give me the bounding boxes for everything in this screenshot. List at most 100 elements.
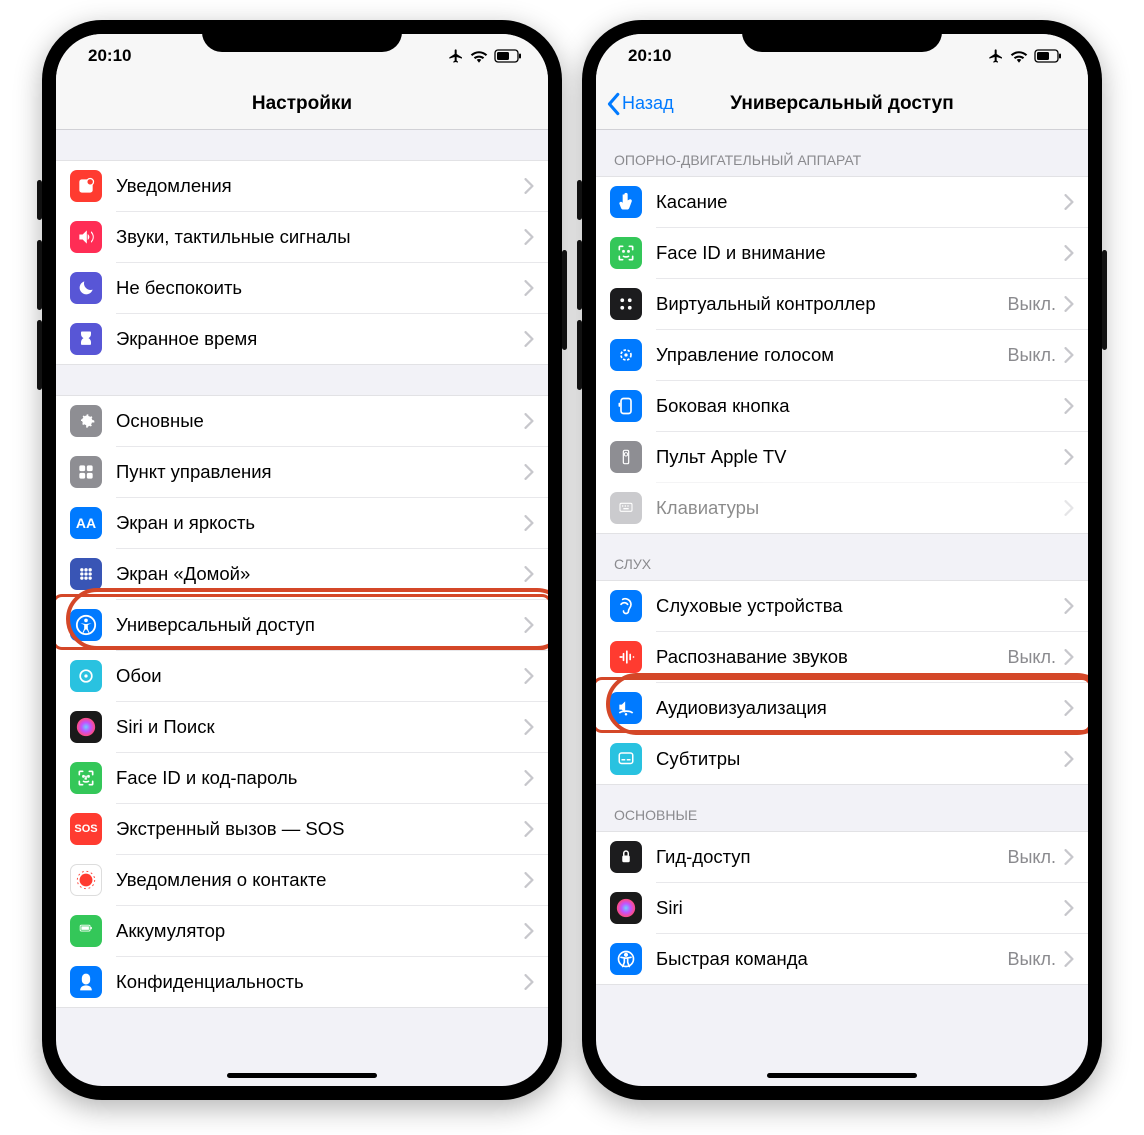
home-screen-icon: [70, 558, 102, 590]
chevron-right-icon: [1064, 700, 1074, 716]
settings-row[interactable]: Быстрая командаВыкл.: [656, 933, 1088, 984]
chevron-right-icon: [1064, 649, 1074, 665]
row-label: Слуховые устройства: [656, 595, 1064, 617]
settings-row[interactable]: Пункт управления: [116, 446, 548, 497]
settings-row[interactable]: Субтитры: [656, 733, 1088, 784]
display-icon: AA: [70, 507, 102, 539]
settings-row[interactable]: Экранное время: [116, 313, 548, 364]
row-label: Аккумулятор: [116, 920, 524, 942]
settings-row[interactable]: Слуховые устройства: [596, 581, 1088, 631]
status-icons: [448, 48, 522, 64]
settings-row[interactable]: Клавиатуры: [656, 482, 1088, 533]
settings-row[interactable]: Face ID и внимание: [656, 227, 1088, 278]
accessibility-list[interactable]: ОПОРНО-ДВИГАТЕЛЬНЫЙ АППАРАТ КасаниеFace …: [596, 130, 1088, 1086]
settings-row[interactable]: Не беспокоить: [116, 262, 548, 313]
battery-icon-status: [494, 49, 522, 63]
row-label: Аудиовизуализация: [656, 697, 1064, 719]
settings-row[interactable]: Пульт Apple TV: [656, 431, 1088, 482]
chevron-right-icon: [1064, 951, 1074, 967]
back-label: Назад: [622, 93, 674, 114]
home-indicator[interactable]: [227, 1073, 377, 1078]
settings-row[interactable]: SOSЭкстренный вызов — SOS: [116, 803, 548, 854]
row-value: Выкл.: [1007, 949, 1056, 970]
phone-right: 20:10 Назад Универсальный доступ ОПОРНО-…: [582, 20, 1102, 1100]
airplane-icon: [988, 48, 1004, 64]
page-title: Универсальный доступ: [730, 93, 953, 115]
row-label: Face ID и внимание: [656, 242, 1064, 264]
settings-row[interactable]: Обои: [116, 650, 548, 701]
chevron-right-icon: [524, 617, 534, 633]
chevron-right-icon: [524, 719, 534, 735]
settings-row[interactable]: Виртуальный контроллерВыкл.: [656, 278, 1088, 329]
chevron-right-icon: [524, 821, 534, 837]
row-value: Выкл.: [1007, 847, 1056, 868]
row-label: Пульт Apple TV: [656, 446, 1064, 468]
row-value: Выкл.: [1007, 294, 1056, 315]
sos-icon: SOS: [70, 813, 102, 845]
row-label: Siri и Поиск: [116, 716, 524, 738]
sound-rec-icon: [610, 641, 642, 673]
settings-row[interactable]: Siri и Поиск: [116, 701, 548, 752]
control-center-icon: [70, 456, 102, 488]
settings-row[interactable]: Уведомления: [56, 161, 548, 211]
row-value: Выкл.: [1007, 647, 1056, 668]
settings-row[interactable]: Уведомления о контакте: [116, 854, 548, 905]
settings-row[interactable]: Face ID и код-пароль: [116, 752, 548, 803]
chevron-right-icon: [1064, 900, 1074, 916]
settings-row[interactable]: Касание: [596, 177, 1088, 227]
side-button-icon: [610, 390, 642, 422]
settings-row[interactable]: Аккумулятор: [116, 905, 548, 956]
battery-icon: [70, 915, 102, 947]
settings-row[interactable]: Экран «Домой»: [116, 548, 548, 599]
section-header-general: ОСНОВНЫЕ: [596, 785, 1088, 831]
chevron-right-icon: [524, 515, 534, 531]
settings-row[interactable]: Конфиденциальность: [116, 956, 548, 1007]
nav-bar-left: Настройки: [56, 78, 548, 130]
row-label: Уведомления: [116, 175, 524, 197]
chevron-right-icon: [524, 229, 534, 245]
airplane-icon: [448, 48, 464, 64]
settings-row[interactable]: Звуки, тактильные сигналы: [116, 211, 548, 262]
back-button[interactable]: Назад: [604, 92, 674, 116]
row-label: Быстрая команда: [656, 948, 1007, 970]
page-title: Настройки: [252, 93, 352, 115]
chevron-right-icon: [524, 280, 534, 296]
chevron-right-icon: [1064, 849, 1074, 865]
settings-row[interactable]: AAЭкран и яркость: [116, 497, 548, 548]
settings-list[interactable]: Уведомления Звуки, тактильные сигналы Не б…: [56, 130, 548, 1086]
chevron-right-icon: [1064, 245, 1074, 261]
phone-left: 20:10 Настройки Уведомления Звуки, тактил…: [42, 20, 562, 1100]
subtitles-icon: [610, 743, 642, 775]
battery-icon-status: [1034, 49, 1062, 63]
row-label: Звуки, тактильные сигналы: [116, 226, 524, 248]
row-label: Обои: [116, 665, 524, 687]
settings-row[interactable]: Управление голосомВыкл.: [656, 329, 1088, 380]
chevron-right-icon: [524, 566, 534, 582]
chevron-right-icon: [524, 770, 534, 786]
exposure-icon: [70, 864, 102, 896]
home-indicator[interactable]: [767, 1073, 917, 1078]
guided-access-icon: [610, 841, 642, 873]
status-bar: 20:10: [56, 34, 548, 78]
settings-row[interactable]: Siri: [656, 882, 1088, 933]
siri-icon2: [610, 892, 642, 924]
chevron-right-icon: [1064, 598, 1074, 614]
chevron-right-icon: [1064, 500, 1074, 516]
settings-row[interactable]: Боковая кнопка: [656, 380, 1088, 431]
chevron-right-icon: [524, 331, 534, 347]
settings-row[interactable]: Распознавание звуковВыкл.: [656, 631, 1088, 682]
faceid-icon: [70, 762, 102, 794]
settings-row[interactable]: Универсальный доступ: [116, 599, 548, 650]
settings-row[interactable]: Гид-доступВыкл.: [596, 832, 1088, 882]
privacy-icon: [70, 966, 102, 998]
hearing-devices-icon: [610, 590, 642, 622]
row-label: Siri: [656, 897, 1064, 919]
row-label: Управление голосом: [656, 344, 1007, 366]
row-label: Основные: [116, 410, 524, 432]
row-label: Экстренный вызов — SOS: [116, 818, 524, 840]
settings-row[interactable]: Основные: [56, 396, 548, 446]
row-label: Экран и яркость: [116, 512, 524, 534]
chevron-right-icon: [524, 178, 534, 194]
settings-row[interactable]: Аудиовизуализация: [656, 682, 1088, 733]
chevron-right-icon: [1064, 398, 1074, 414]
